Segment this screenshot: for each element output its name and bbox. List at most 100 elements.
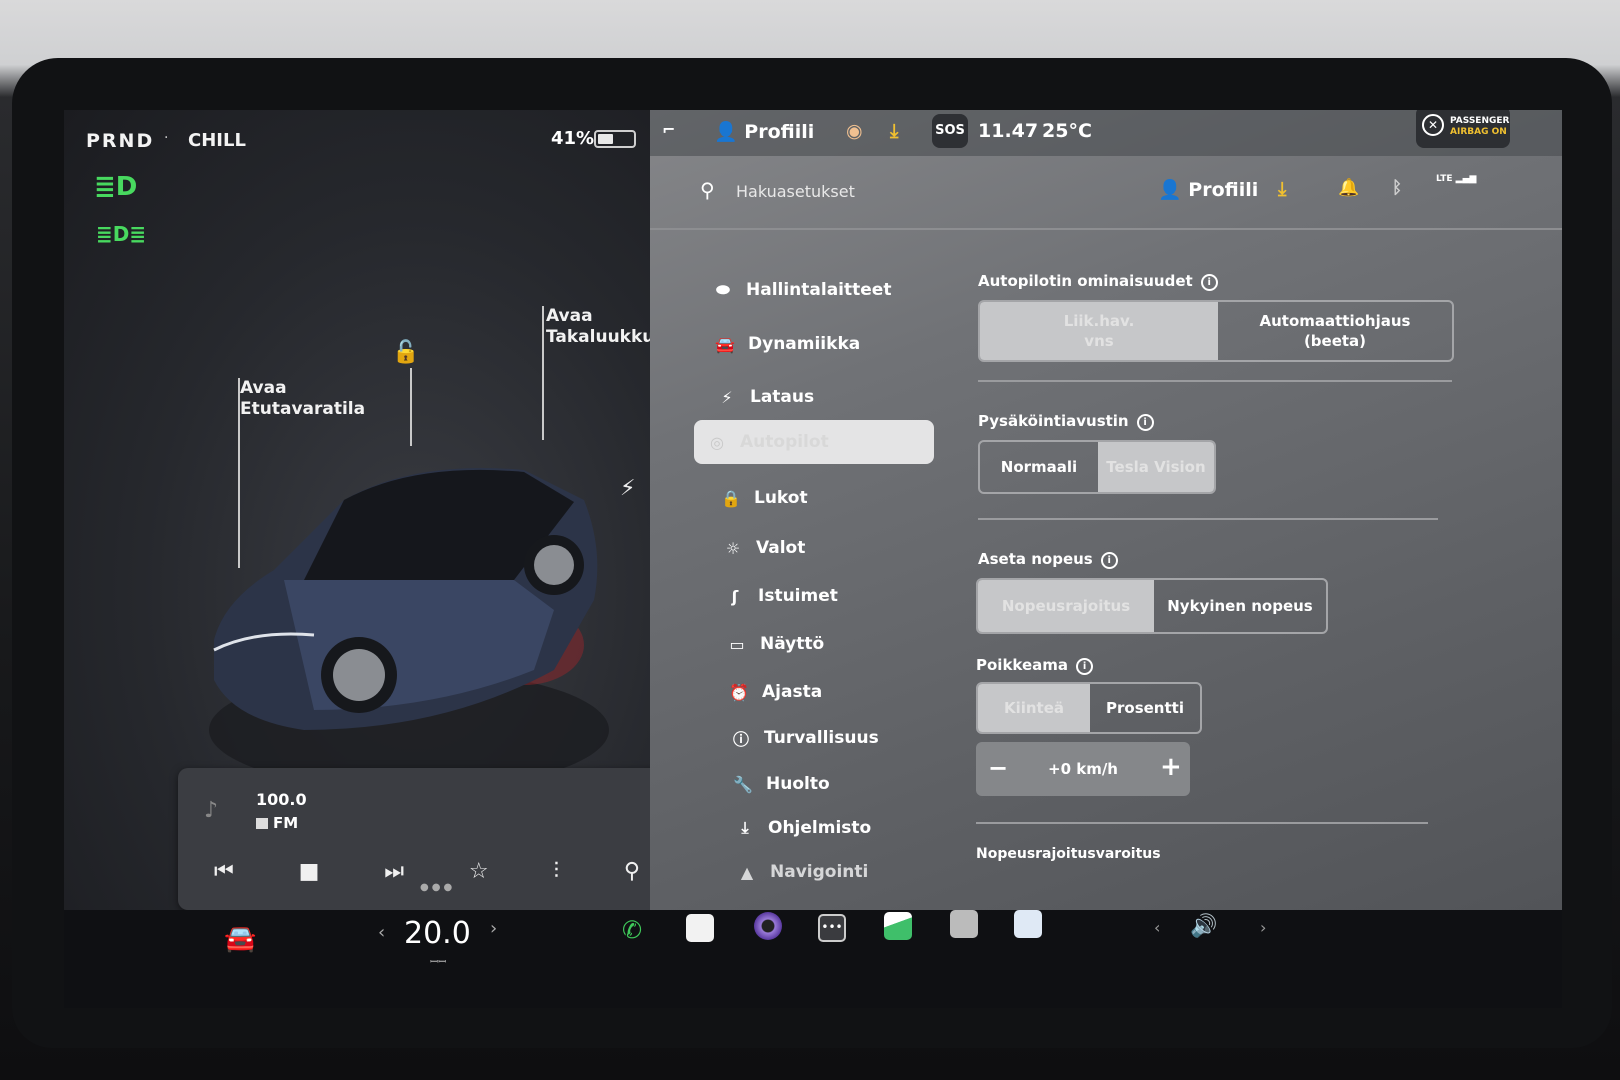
menu-item-label: Istuimet (758, 586, 838, 606)
option-autosteer[interactable]: Automaattiohjaus (beeta) (1218, 302, 1452, 360)
stop-icon[interactable]: ■ (299, 859, 320, 884)
person-icon: 👤 (1158, 179, 1182, 201)
equalizer-icon[interactable]: ⫶ (553, 859, 559, 884)
menu-item-label: Turvallisuus (764, 728, 879, 748)
headlight-icon[interactable]: ≣D (94, 172, 137, 202)
volume-down-arrow[interactable]: ‹ (1154, 918, 1160, 937)
more-apps-icon[interactable]: ••• (818, 914, 846, 942)
offset-title: Poikkeama i (976, 656, 1094, 675)
menu-item-hallintalaitteet[interactable]: ⬬ Hallintalaitteet (700, 268, 940, 312)
radio-icon (256, 818, 268, 829)
info-icon[interactable]: i (1200, 274, 1218, 291)
info-icon[interactable]: i (1100, 552, 1118, 569)
info-icon[interactable]: i (1136, 414, 1154, 431)
download-icon[interactable]: ⤓ (1278, 178, 1286, 200)
volume-up-arrow[interactable]: › (1260, 918, 1266, 937)
option-current-speed[interactable]: Nykyinen nopeus (1154, 580, 1326, 632)
volume-icon[interactable]: 🔊 (1190, 914, 1217, 939)
profile-label: Profiili (744, 121, 815, 143)
menu-item-istuimet[interactable]: ʃ Istuimet (712, 574, 952, 618)
next-track-icon[interactable]: ⏭ (384, 859, 404, 884)
bluetooth-icon[interactable]: ᛒ (1392, 178, 1402, 198)
seat-icon[interactable]: ⌐ (662, 120, 675, 139)
search-input[interactable]: Hakuasetukset (736, 182, 855, 201)
menu-item-label: Autopilot (740, 432, 829, 452)
seat-icon: ʃ (731, 586, 739, 606)
camera-dot-icon[interactable]: ◉ (846, 120, 863, 142)
bell-icon[interactable]: 🔔 (1338, 178, 1359, 198)
option-normal[interactable]: Normaali (980, 442, 1098, 492)
wrench-icon: 🔧 (733, 774, 753, 794)
seat-heater-icon[interactable]: ꟷꟷ (430, 954, 446, 968)
warning-icon: ⓘ (732, 730, 749, 749)
unlock-icon[interactable]: 🔓 (392, 340, 419, 365)
option-traffic-aware-cruise[interactable]: Liik.hav. vns (980, 302, 1218, 360)
menu-item-dynamiikka[interactable]: 🚘 Dynamiikka (702, 322, 942, 366)
decrement-button[interactable]: − (988, 754, 1008, 782)
battery-fill (598, 134, 613, 144)
temp-up-arrow[interactable]: › (490, 918, 497, 939)
menu-item-ohjelmisto[interactable]: ⤓ Ohjelmisto (722, 806, 962, 850)
bolt-icon: ⚡ (721, 387, 733, 407)
option-tacc-line2: vns (1084, 332, 1114, 350)
lte-signal-icon: LTE ▂▄▆ (1436, 174, 1477, 184)
previous-track-icon[interactable]: ⏮ (214, 859, 234, 884)
sos-button[interactable]: SOS (932, 114, 968, 148)
car-3d-model (209, 468, 609, 790)
open-frunk-button[interactable]: Avaa Etutavaratila (240, 378, 365, 420)
temp-down-arrow[interactable]: ‹ (378, 922, 385, 943)
info-icon[interactable]: i (1076, 658, 1094, 675)
display-icon: ▭ (729, 634, 745, 654)
fog-light-icon[interactable]: ≣D≣ (96, 222, 146, 246)
menu-item-label: Dynamiikka (748, 334, 861, 354)
menu-item-huolto[interactable]: 🔧 Huolto (720, 762, 960, 806)
offset-value: +0 km/h (1048, 760, 1118, 778)
toybox-app-icon[interactable] (1014, 910, 1042, 938)
menu-item-valot[interactable]: ☼ Valot (710, 526, 950, 570)
profile-button-settings[interactable]: 👤 Profiili (1158, 178, 1258, 201)
passenger-airbag-status: ✕ PASSENGER AIRBAG ON (1416, 110, 1510, 148)
toggle-icon: ⬬ (716, 280, 730, 299)
search-icon[interactable]: ⚲ (700, 178, 715, 202)
battery-icon (594, 130, 636, 148)
option-fixed[interactable]: Kiinteä (978, 684, 1090, 732)
car-icon: 🚘 (715, 334, 735, 354)
open-trunk-button[interactable]: Avaa Takaluukku (546, 306, 654, 348)
park-assist-selector: Normaali Tesla Vision (978, 440, 1216, 494)
menu-item-lataus[interactable]: ⚡ Lataus (704, 375, 944, 419)
menu-item-turvallisuus[interactable]: ⓘ Turvallisuus (718, 716, 958, 760)
option-tesla-vision[interactable]: Tesla Vision (1097, 442, 1214, 492)
menu-item-lukot[interactable]: 🔒 Lukot (708, 476, 948, 520)
download-icon[interactable]: ⤓ (890, 120, 898, 142)
increment-button[interactable]: + (1160, 752, 1182, 782)
park-assist-label: Pysäköintiavustin (978, 412, 1129, 430)
media-search-icon[interactable]: ⚲ (624, 859, 640, 884)
menu-item-label: Ohjelmisto (768, 818, 872, 838)
set-speed-title: Aseta nopeus i (978, 550, 1118, 569)
profile-label-settings: Profiili (1188, 179, 1259, 201)
theater-app-icon[interactable] (950, 910, 978, 938)
menu-item-label: Valot (756, 538, 806, 558)
calendar-app-icon[interactable] (686, 914, 714, 942)
radio-band: FM (256, 814, 298, 832)
settings-search-row: ⚲ Hakuasetukset 👤 Profiili ⤓ 🔔 ᛒ LTE ▂▄▆ (650, 160, 1562, 230)
camera-app-icon[interactable] (754, 912, 782, 940)
airbag-line1: PASSENGER (1450, 116, 1510, 126)
favorite-star-icon[interactable]: ☆ (469, 859, 489, 884)
car-icon[interactable]: 🚘 (224, 924, 256, 954)
menu-item-navigointi[interactable]: ▲ Navigointi (724, 850, 964, 894)
menu-item-ajasta[interactable]: ⏰ Ajasta (716, 670, 956, 714)
cabin-temperature[interactable]: 20.0 (404, 916, 471, 951)
option-tacc-line1: Liik.hav. (1063, 312, 1135, 330)
option-percent[interactable]: Prosentti (1090, 684, 1200, 732)
gear-indicator: PRND (86, 130, 155, 152)
menu-item-autopilot[interactable]: ◎ Autopilot (694, 420, 934, 464)
menu-item-n-ytt-[interactable]: ▭ Näyttö (714, 622, 954, 666)
profile-button[interactable]: 👤 Profiili (714, 120, 814, 143)
airbag-icon: ✕ (1422, 114, 1444, 136)
option-speed-limit[interactable]: Nopeusrajoitus (978, 580, 1154, 632)
phone-icon[interactable]: ✆ (622, 916, 642, 944)
energy-app-icon[interactable] (884, 912, 912, 940)
outside-temperature: 25°C (1042, 120, 1092, 142)
park-assist-title: Pysäköintiavustin i (978, 412, 1154, 431)
